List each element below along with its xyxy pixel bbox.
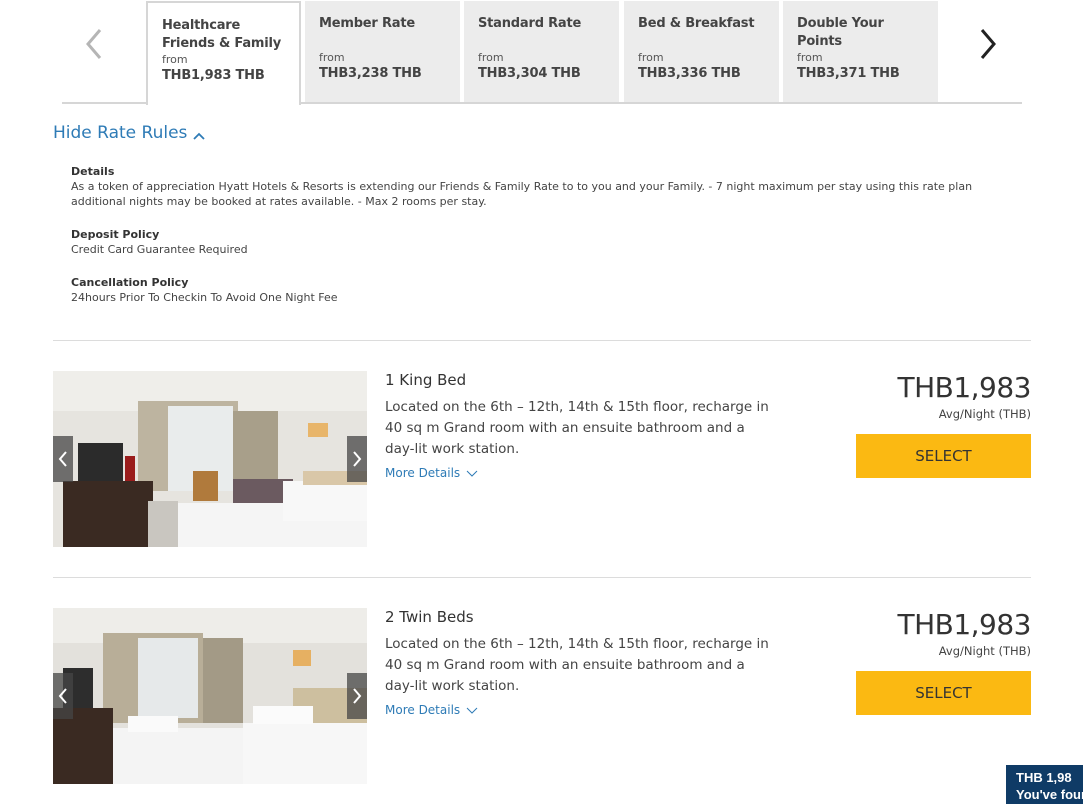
- photo-next-button[interactable]: [347, 436, 367, 482]
- rate-tab-healthcare-friends-family[interactable]: Healthcare Friends & Family from THB1,98…: [146, 1, 301, 105]
- rate-tab-price: THB3,238 THB: [319, 66, 422, 81]
- room-name: 2 Twin Beds: [385, 608, 474, 626]
- price-note: Avg/Night (THB): [938, 644, 1031, 658]
- rate-tabs: Healthcare Friends & Family from THB1,98…: [62, 0, 1022, 105]
- room-row-twin: 2 Twin Beds Located on the 6th – 12th, 1…: [53, 608, 1031, 785]
- chevron-left-icon: [58, 451, 67, 467]
- rule-text: Credit Card Guarantee Required: [71, 243, 248, 256]
- divider: [53, 577, 1031, 578]
- rate-tab-name: Member Rate: [319, 16, 415, 31]
- rule-title: Details: [71, 165, 115, 178]
- rule-text: 24hours Prior To Checkin To Avoid One Ni…: [71, 291, 338, 304]
- rate-tab-from: from: [797, 51, 823, 64]
- rule-title: Cancellation Policy: [71, 276, 189, 289]
- rate-tab-price: THB3,336 THB: [638, 66, 741, 81]
- rate-tab-standard-rate[interactable]: Standard Rate from THB3,304 THB: [464, 1, 619, 102]
- rate-tab-from: from: [319, 51, 345, 64]
- photo-next-button[interactable]: [347, 673, 367, 719]
- rule-details: Details As a token of appreciation Hyatt…: [71, 164, 1001, 209]
- photo-prev-button[interactable]: [53, 436, 73, 482]
- hide-rate-rules-label: Hide Rate Rules: [53, 123, 188, 143]
- select-button[interactable]: SELECT: [856, 434, 1031, 478]
- hide-rate-rules-toggle[interactable]: Hide Rate Rules: [53, 123, 206, 143]
- chevron-down-icon: [466, 470, 478, 477]
- room-description: Located on the 6th – 12th, 14th & 15th f…: [385, 399, 769, 457]
- room-photo-image: [53, 371, 367, 547]
- promo-price: THB 1,98: [1016, 770, 1072, 785]
- rule-text: As a token of appreciation Hyatt Hotels …: [71, 180, 973, 208]
- price-promo-banner[interactable]: THB 1,98 You've four: [1006, 765, 1083, 804]
- rate-tabs-next-button[interactable]: [968, 24, 1008, 64]
- room-name: 1 King Bed: [385, 371, 467, 389]
- room-photo[interactable]: [53, 608, 367, 784]
- rate-tab-price: THB3,304 THB: [478, 66, 581, 81]
- rate-tab-name: Bed & Breakfast: [638, 16, 755, 31]
- rate-tab-price: THB1,983 THB: [162, 68, 265, 83]
- chevron-right-icon: [980, 29, 996, 59]
- rate-tab-name: Double Your Points: [797, 16, 884, 49]
- room-photo[interactable]: [53, 371, 367, 547]
- rate-tab-double-your-points[interactable]: Double Your Points from THB3,371 THB: [783, 1, 938, 102]
- rate-tab-bed-breakfast[interactable]: Bed & Breakfast from THB3,336 THB: [624, 1, 779, 102]
- rate-tab-from: from: [478, 51, 504, 64]
- rule-title: Deposit Policy: [71, 228, 160, 241]
- more-details-link[interactable]: More Details: [385, 703, 478, 717]
- rate-tab-from: from: [162, 53, 188, 66]
- rule-cancellation-policy: Cancellation Policy 24hours Prior To Che…: [71, 275, 1001, 305]
- room-price: THB1,983: [897, 608, 1031, 641]
- rate-tab-price: THB3,371 THB: [797, 66, 900, 81]
- photo-prev-button[interactable]: [53, 673, 73, 719]
- rate-rules: Details As a token of appreciation Hyatt…: [71, 164, 1001, 323]
- price-note: Avg/Night (THB): [938, 407, 1031, 421]
- more-details-link[interactable]: More Details: [385, 466, 478, 480]
- room-photo-image: [53, 608, 367, 784]
- rate-tab-name: Standard Rate: [478, 16, 582, 31]
- divider: [53, 340, 1031, 341]
- more-details-label: More Details: [385, 703, 461, 717]
- rate-tabs-prev-button[interactable]: [74, 24, 114, 64]
- rate-tab-member-rate[interactable]: Member Rate from THB3,238 THB: [305, 1, 460, 102]
- chevron-right-icon: [353, 451, 362, 467]
- chevron-right-icon: [353, 688, 362, 704]
- rule-deposit-policy: Deposit Policy Credit Card Guarantee Req…: [71, 227, 1001, 257]
- rate-tab-from: from: [638, 51, 664, 64]
- chevron-left-icon: [58, 688, 67, 704]
- chevron-down-icon: [466, 707, 478, 714]
- more-details-label: More Details: [385, 466, 461, 480]
- rate-tab-name: Healthcare Friends & Family: [162, 18, 282, 51]
- room-row-king: 1 King Bed Located on the 6th – 12th, 14…: [53, 371, 1031, 548]
- promo-message: You've four: [1016, 787, 1083, 802]
- select-button[interactable]: SELECT: [856, 671, 1031, 715]
- room-price: THB1,983: [897, 371, 1031, 404]
- chevron-left-icon: [86, 29, 102, 59]
- chevron-up-icon: [193, 132, 206, 140]
- room-description: Located on the 6th – 12th, 14th & 15th f…: [385, 636, 769, 694]
